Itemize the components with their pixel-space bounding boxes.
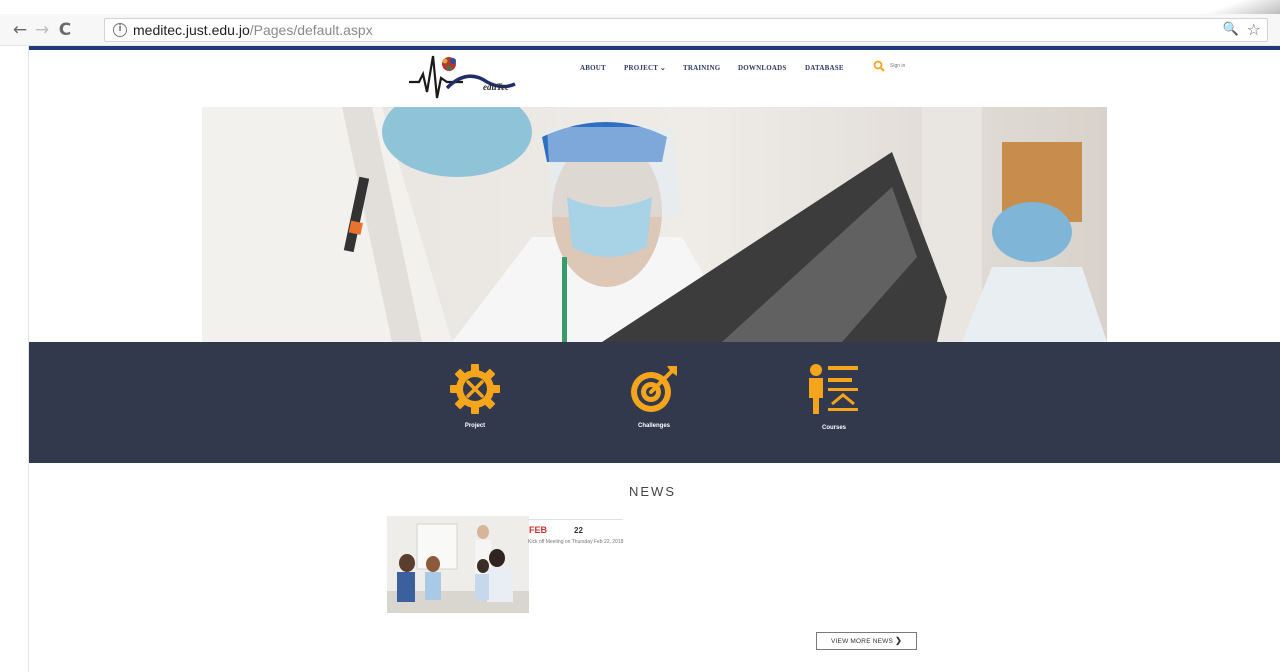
feature-project[interactable]: Project: [435, 362, 515, 429]
logo-text: eduTec: [483, 82, 510, 92]
menu-item-database[interactable]: DATABASE: [805, 64, 844, 72]
news-date-day: 22: [574, 526, 583, 535]
address-bar[interactable]: i meditec.just.edu.jo/Pages/default.aspx…: [104, 18, 1268, 42]
chevron-right-icon: ❯: [895, 636, 902, 645]
menu-item-about[interactable]: ABOUT: [580, 64, 606, 72]
url-host: meditec.just.edu.jo: [133, 22, 250, 38]
url-path: /Pages/default.aspx: [249, 22, 373, 38]
menu-item-project[interactable]: PROJECT ⌄: [624, 64, 666, 72]
page-corner: [1190, 0, 1280, 14]
hero-image: [202, 107, 1107, 342]
search-icon[interactable]: [873, 60, 885, 72]
feature-project-label: Project: [464, 423, 486, 429]
teacher-board-icon: [809, 364, 858, 414]
reload-icon[interactable]: C: [55, 20, 75, 40]
view-more-news-button[interactable]: VIEW MORE NEWS ❯: [816, 632, 917, 650]
browser-toolbar: ← → C i meditec.just.edu.jo/Pages/defaul…: [0, 14, 1280, 46]
feature-courses[interactable]: Courses: [794, 362, 874, 431]
info-icon[interactable]: i: [113, 23, 127, 37]
news-thumbnail[interactable]: [387, 516, 529, 613]
feature-challenges-label: Challenges: [637, 423, 670, 429]
top-accent-line: [29, 46, 1280, 50]
news-date-month: FEB: [529, 525, 547, 535]
url-text[interactable]: meditec.just.edu.jo/Pages/default.aspx: [133, 22, 373, 38]
back-arrow-icon[interactable]: ←: [10, 20, 30, 40]
browser-window: ← → C i meditec.just.edu.jo/Pages/defaul…: [0, 0, 1280, 672]
news-heading: NEWS: [629, 484, 676, 499]
forward-arrow-icon[interactable]: →: [32, 20, 52, 40]
feature-band: Project Challenges Courses: [29, 342, 1280, 463]
target-icon: [631, 366, 677, 412]
news-divider: [528, 519, 623, 520]
site-logo[interactable]: [407, 52, 517, 104]
menu-item-training[interactable]: TRAINING: [683, 64, 720, 72]
gear-wrench-icon: [450, 364, 500, 414]
bookmark-star-icon[interactable]: ☆: [1247, 20, 1261, 39]
view-more-news-label: VIEW MORE NEWS: [831, 638, 894, 645]
menu-item-downloads[interactable]: DOWNLOADS: [738, 64, 786, 72]
news-item-text[interactable]: Kick off Meeting on Thursday Feb 22, 201…: [528, 538, 653, 546]
feature-courses-label: Courses: [821, 425, 846, 431]
signin-link[interactable]: Sign in: [890, 63, 905, 69]
zoom-icon[interactable]: 🔍: [1223, 22, 1239, 37]
web-page: eduTec ABOUT PROJECT ⌄ TRAINING DOWNLOAD…: [28, 46, 1280, 672]
feature-challenges[interactable]: Challenges: [614, 362, 694, 429]
